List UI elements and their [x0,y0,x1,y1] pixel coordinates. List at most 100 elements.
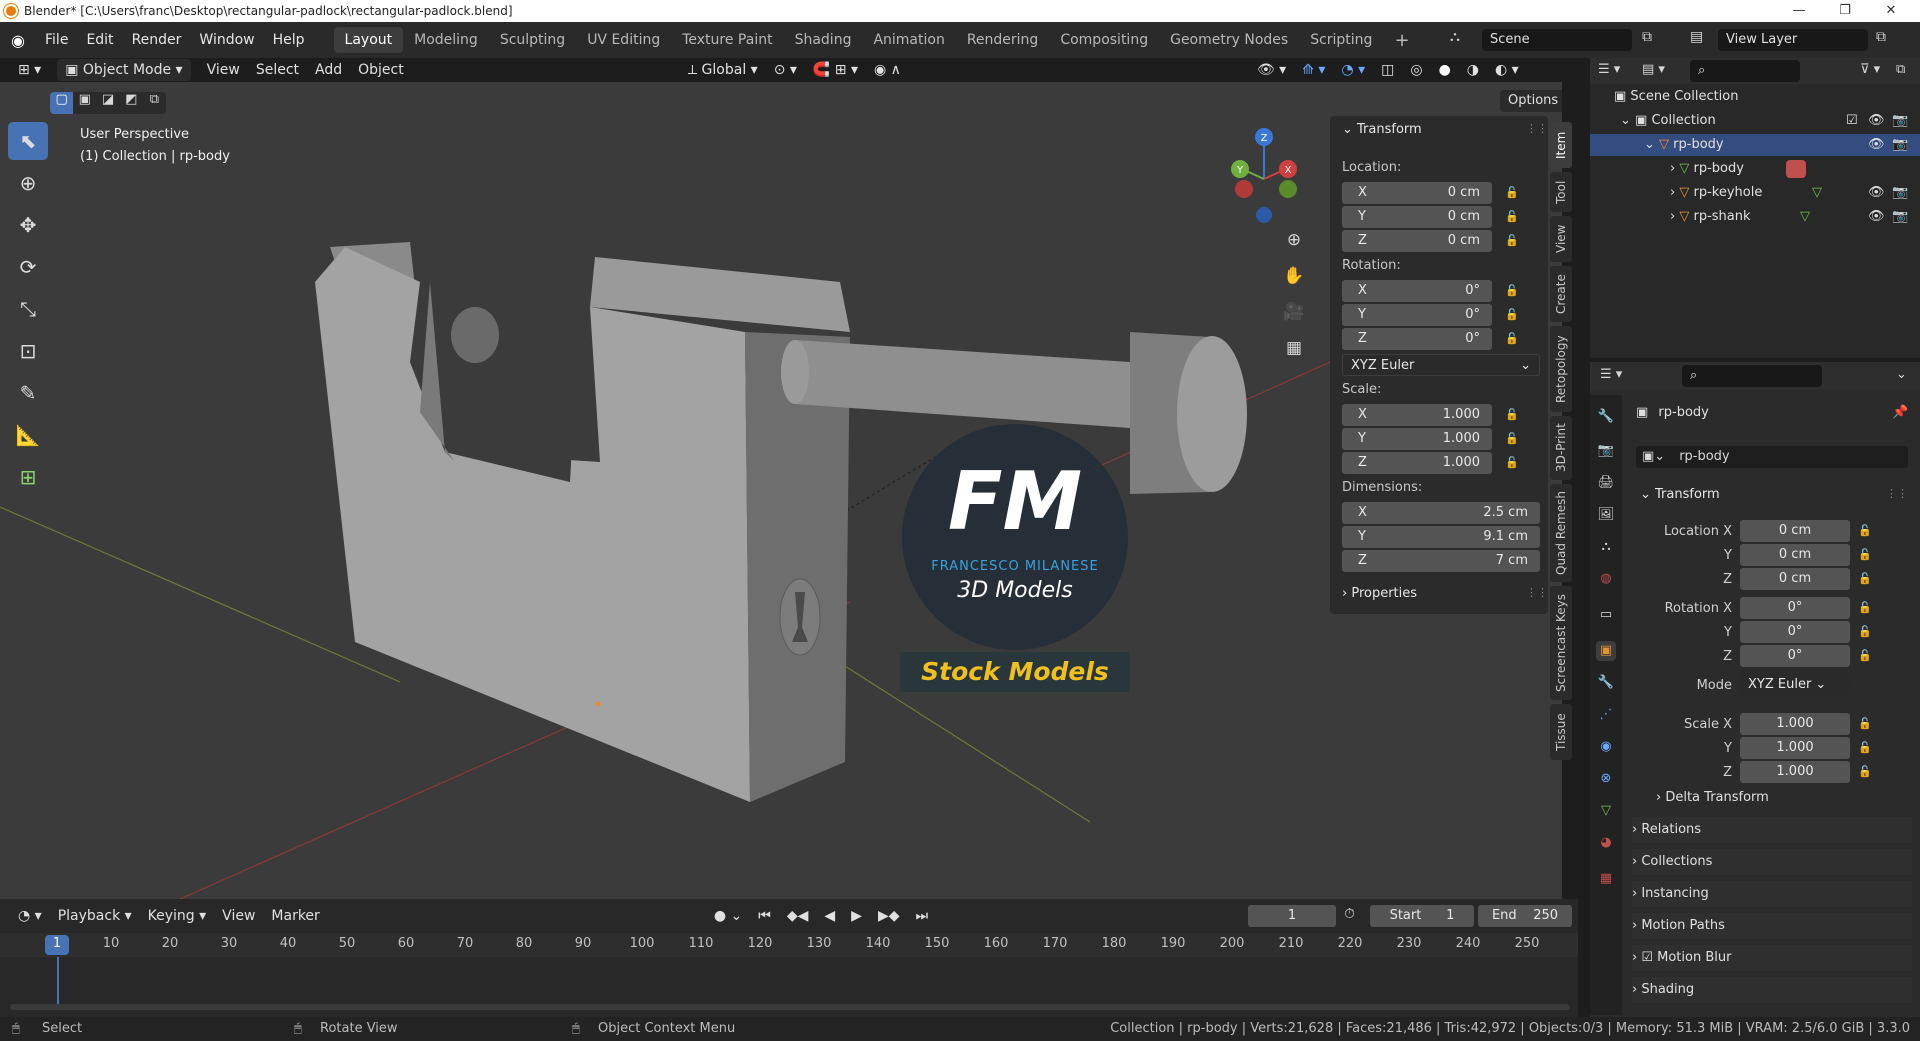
menu-window[interactable]: Window [190,32,263,48]
menu-object[interactable]: Object [350,59,412,81]
camera-icon[interactable]: 🎥 [1280,302,1308,322]
prop-scale-y-field[interactable]: 1.000 [1740,737,1850,759]
shading-solid-icon[interactable]: ● [1431,59,1459,81]
options-button[interactable]: Options ▾ [1500,90,1562,112]
outliner-collection[interactable]: ⌄ ▣ Collection ☑ 👁 📷 [1590,110,1920,132]
timeline-scrollbar[interactable] [10,1004,1570,1010]
tool-tab-icon[interactable]: 🔧 [1596,407,1616,427]
pan-hand-icon[interactable]: ✋ [1280,266,1308,286]
lock-icon[interactable]: 🔓 [1505,284,1519,298]
drag-handle-icon[interactable]: ⋮⋮ [1526,122,1548,135]
sidebar-tab-quad-remesh[interactable]: Quad Remesh [1550,484,1572,582]
rotate-tool-icon[interactable]: ⟳ [8,248,48,286]
object-name-field[interactable]: ▣⌄ rp-body [1636,446,1908,468]
menu-playback[interactable]: Playback ▾ [50,905,140,927]
play-icon[interactable]: ▶ [843,905,870,927]
timeline-editor-type-icon[interactable]: ◔ ▾ [10,905,50,927]
prop-location-z-field[interactable]: 0 cm [1740,568,1850,590]
drag-handle-icon[interactable]: ⋮⋮ [1886,487,1908,500]
ortho-grid-icon[interactable]: ▦ [1280,338,1308,358]
properties-subpanel[interactable]: › Properties [1342,586,1417,601]
timeline-menu-view[interactable]: View [214,905,263,927]
workspace-tab-shading[interactable]: Shading [784,27,863,53]
section-delta-transform[interactable]: › Delta Transform [1656,785,1920,811]
shading-material-icon[interactable]: ◑ [1459,59,1487,81]
location-x-field[interactable]: X0 cm [1342,182,1492,204]
outliner-editor-type-icon[interactable]: ☰ ▾ [1598,62,1620,77]
workspace-tab-uv-editing[interactable]: UV Editing [576,27,671,53]
editor-type-icon[interactable]: ⊞ ▾ [10,59,49,81]
select-intersect-icon[interactable]: ⧉ [143,92,166,114]
3d-viewport[interactable]: FM FRANCESCO MILANESE 3D Models Stock Mo… [0,82,1562,899]
menu-select[interactable]: Select [248,59,307,81]
workspace-tab-texture-paint[interactable]: Texture Paint [671,27,783,53]
menu-marker[interactable]: Marker [263,905,327,927]
cursor-tool-icon[interactable]: ⊕ [8,164,48,202]
camera-render-icon[interactable]: 📷 [1892,134,1908,156]
move-tool-icon[interactable]: ✥ [8,206,48,244]
next-keyframe-icon[interactable]: ▶◆ [870,905,908,927]
lock-icon[interactable]: 🔓 [1858,572,1872,586]
lock-icon[interactable]: 🔓 [1505,234,1519,248]
sidebar-tab-tissue[interactable]: Tissue [1550,704,1572,760]
scale-tool-icon[interactable]: ⤡ [8,290,48,328]
select-box-tool-icon[interactable]: ⬉ [8,122,48,160]
menu-add[interactable]: Add [307,59,350,81]
pivot-icon[interactable]: ⊙ ▾ [766,59,805,81]
lock-icon[interactable]: 🔓 [1858,717,1872,731]
eye-icon[interactable]: 👁 [1868,110,1885,132]
transform-orientation[interactable]: ⟂ Global ▾ [680,59,766,81]
pin-icon[interactable]: 📌 [1892,405,1908,420]
section-collections[interactable]: › Collections [1632,849,1912,875]
mode-selector[interactable]: ▣ Object Mode ▾ [57,59,191,81]
dimension-x-field[interactable]: X 2.5 cm [1342,502,1540,524]
workspace-tab-animation[interactable]: Animation [862,27,955,53]
outliner-scene-collection[interactable]: ▣ Scene Collection [1590,86,1920,108]
material-tab-icon[interactable]: ◕ [1596,833,1616,853]
frame-start-field[interactable]: Start 1 [1370,905,1474,927]
lock-icon[interactable]: 🔓 [1505,308,1519,322]
modifier-tab-icon[interactable]: 🔧 [1596,673,1616,693]
menu-render[interactable]: Render [123,32,191,48]
scale-y-field[interactable]: Y 1.000 [1342,428,1492,450]
view-layer-selector[interactable]: View Layer [1718,29,1868,51]
minimize-button[interactable]: — [1776,0,1822,22]
workspace-tab-scripting[interactable]: Scripting [1299,27,1383,53]
camera-render-icon[interactable]: 📷 [1892,182,1908,204]
section-motion-paths[interactable]: › Motion Paths [1632,913,1912,939]
rotation-x-field[interactable]: X 0° [1342,280,1492,302]
lock-icon[interactable]: 🔓 [1505,456,1519,470]
menu-file[interactable]: File [36,32,77,48]
overlay-icon[interactable]: ◔ ▾ [1333,59,1373,81]
menu-view[interactable]: View [199,59,248,81]
maximize-button[interactable]: ❐ [1822,0,1868,22]
workspace-tab-modeling[interactable]: Modeling [403,27,489,53]
mesh-data-tab-icon[interactable]: ▽ [1596,801,1616,821]
camera-render-icon[interactable]: 📷 [1892,206,1908,228]
view-layer-icon[interactable]: ▤ [1690,29,1703,45]
shading-wireframe-icon[interactable]: ◎ [1402,59,1430,81]
lock-icon[interactable]: 🔓 [1505,408,1519,422]
outliner-item-rp-body-mesh[interactable]: › ▽ rp-body [1590,158,1920,180]
workspace-tab-compositing[interactable]: Compositing [1049,27,1159,53]
rotation-z-field[interactable]: Z 0° [1342,328,1492,350]
add-workspace-icon[interactable]: + [1383,25,1420,56]
eye-icon[interactable]: 👁 [1868,182,1885,204]
transform-tool-icon[interactable]: ⊡ [8,332,48,370]
lock-icon[interactable]: 🔓 [1858,524,1872,538]
current-frame-field[interactable]: 1 [1248,905,1336,927]
workspace-tab-rendering[interactable]: Rendering [956,27,1050,53]
texture-tab-icon[interactable]: ▦ [1596,869,1616,889]
sidebar-tab-retopology[interactable]: Retopology [1550,326,1572,412]
prop-location-y-field[interactable]: 0 cm [1740,544,1850,566]
camera-render-icon[interactable]: 📷 [1892,110,1908,132]
outliner-item-rp-shank[interactable]: › ▽ rp-shank ▽ 👁 📷 [1590,206,1920,228]
scale-x-field[interactable]: X 1.000 [1342,404,1492,426]
checkbox-icon[interactable]: ☑ [1846,110,1858,132]
properties-transform-header[interactable]: ⌄ Transform [1640,487,1720,502]
select-new-icon[interactable]: ▢ [50,92,74,114]
outliner-search[interactable]: ⌕ [1690,60,1800,82]
location-z-field[interactable]: Z0 cm [1342,230,1492,252]
new-view-layer-icon[interactable]: ⧉ [1876,29,1886,45]
new-scene-icon[interactable]: ⧉ [1642,29,1652,45]
